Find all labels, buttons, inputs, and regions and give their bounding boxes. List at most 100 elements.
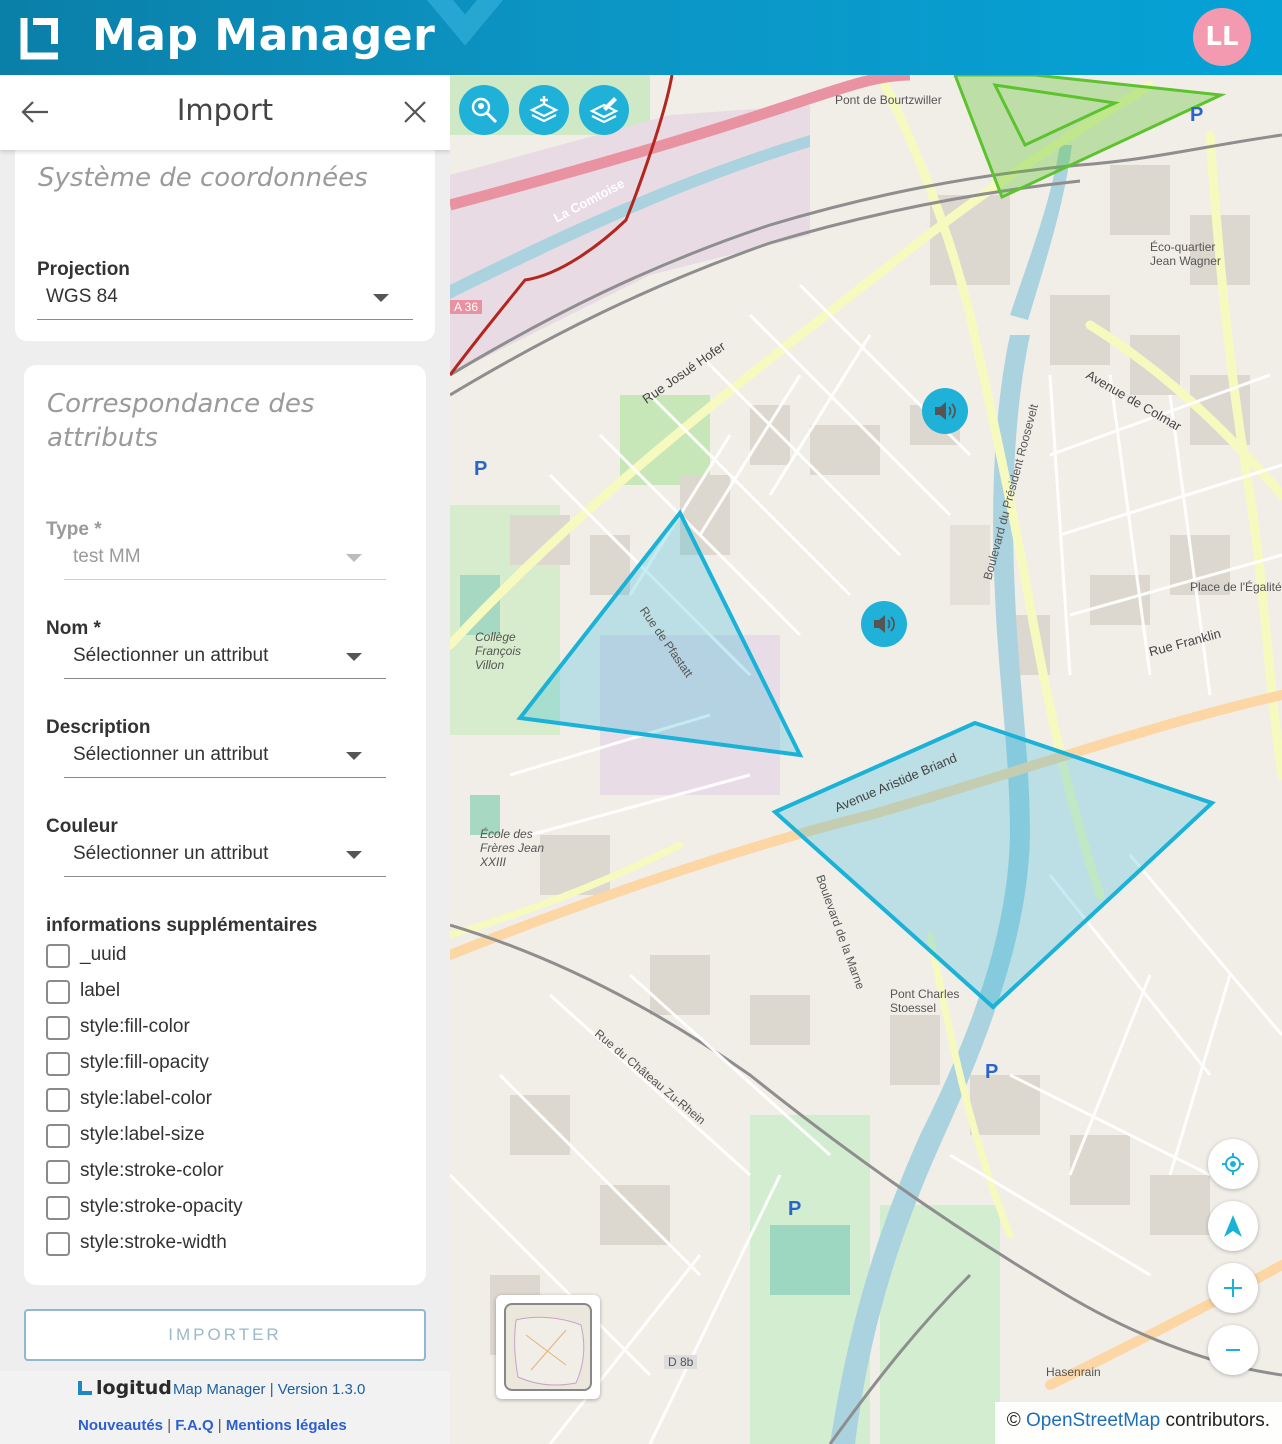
- close-icon[interactable]: [400, 97, 430, 127]
- color-value: Sélectionner un attribut: [73, 843, 269, 864]
- logitud-logo-icon: [20, 18, 58, 60]
- minimap-tiles: [504, 1303, 592, 1391]
- description-label: Description: [46, 717, 151, 738]
- locate-icon: [1222, 1153, 1244, 1175]
- chevron-down-icon: [346, 851, 362, 859]
- map-label: A 36: [450, 300, 483, 314]
- user-avatar[interactable]: LL: [1193, 8, 1251, 66]
- projection-label: Projection: [37, 259, 130, 280]
- zoom-out-button[interactable]: [1208, 1325, 1258, 1375]
- version-info: Map Manager | Version 1.3.0: [173, 1381, 366, 1398]
- footer-links: Nouveautés | F.A.Q | Mentions légales: [78, 1417, 347, 1434]
- checkbox[interactable]: [46, 1016, 70, 1040]
- checkbox-label: style:label-size: [80, 1124, 205, 1145]
- north-arrow-button[interactable]: [1208, 1201, 1258, 1251]
- coordinate-system-title: Système de coordonnées: [38, 163, 368, 193]
- checkbox-label: style:fill-opacity: [80, 1052, 209, 1073]
- svg-text:P: P: [1190, 104, 1203, 126]
- logitud-logo-icon: [78, 1381, 92, 1395]
- checkbox-label: _uuid: [80, 944, 127, 965]
- zoom-in-button[interactable]: [1208, 1263, 1258, 1313]
- color-select[interactable]: Sélectionner un attribut: [64, 837, 386, 877]
- checkbox[interactable]: [46, 1124, 70, 1148]
- legal-link[interactable]: Mentions légales: [226, 1417, 347, 1434]
- checkbox[interactable]: [46, 1088, 70, 1112]
- checkbox[interactable]: [46, 1160, 70, 1184]
- checkbox-label: style:fill-color: [80, 1016, 190, 1037]
- footer: logitud Map Manager | Version 1.3.0 Nouv…: [0, 1371, 450, 1444]
- map-label: D 8b: [664, 1355, 698, 1369]
- speaker-icon: [935, 402, 956, 420]
- edit-layer-icon: [589, 97, 619, 124]
- name-select[interactable]: Sélectionner un attribut: [64, 639, 386, 679]
- chevron-down-icon: [346, 752, 362, 760]
- map-label: Pont de Bourtzwiller: [835, 93, 942, 107]
- app-header: Map Manager LL: [0, 0, 1282, 75]
- checkbox[interactable]: [46, 980, 70, 1004]
- coordinate-system-card: Système de coordonnées Projection WGS 84: [15, 135, 435, 341]
- map-label: Place de l'Égalité: [1190, 580, 1282, 594]
- sound-marker[interactable]: [861, 601, 907, 647]
- map-view[interactable]: PPPP La Comtoise Pont de Bourtzwiller Ru…: [450, 75, 1282, 1444]
- map-label: Hasenrain: [1046, 1365, 1101, 1379]
- attribute-mapping-title: Correspondance des attributs: [47, 387, 314, 455]
- faq-link[interactable]: F.A.Q: [175, 1417, 213, 1434]
- checkbox[interactable]: [46, 944, 70, 968]
- map-label: Collège François Villon: [475, 630, 522, 672]
- north-arrow-icon: [1224, 1215, 1242, 1237]
- type-value: test MM: [73, 546, 141, 567]
- checkbox-label: style:stroke-width: [80, 1232, 227, 1253]
- description-value: Sélectionner un attribut: [73, 744, 269, 765]
- attribute-mapping-title-line1: Correspondance des: [47, 389, 315, 419]
- edit-layer-button[interactable]: [579, 85, 629, 135]
- projection-select[interactable]: WGS 84: [37, 280, 413, 320]
- projection-value: WGS 84: [46, 286, 118, 307]
- separator: |: [167, 1417, 172, 1434]
- svg-text:P: P: [985, 1061, 998, 1083]
- map-tiles: P P P P: [450, 75, 1282, 1444]
- map-attribution: © OpenStreetMap contributors.: [994, 1402, 1282, 1444]
- speaker-icon: [874, 615, 895, 633]
- map-label: École des Frères Jean XXIII: [480, 827, 545, 869]
- zoom-in-icon: [1224, 1279, 1242, 1297]
- chevron-down-icon: [373, 294, 389, 302]
- map-label: Pont Charles Stoessel: [890, 987, 960, 1015]
- svg-text:P: P: [788, 1198, 801, 1220]
- checkbox-label: style:stroke-color: [80, 1160, 224, 1181]
- logitud-brand: logitud: [78, 1377, 172, 1399]
- copyright-symbol: ©: [1006, 1410, 1021, 1431]
- type-label: Type *: [46, 519, 102, 540]
- checkbox-label: label: [80, 980, 121, 1001]
- separator: |: [217, 1417, 222, 1434]
- locate-button[interactable]: [1208, 1139, 1258, 1189]
- brand-name: logitud: [96, 1377, 172, 1399]
- add-layer-button[interactable]: [519, 85, 569, 135]
- news-link[interactable]: Nouveautés: [78, 1417, 163, 1434]
- search-location-button[interactable]: [459, 85, 509, 135]
- panel-title: Import: [176, 93, 274, 127]
- svg-text:P: P: [474, 458, 487, 480]
- checkbox[interactable]: [46, 1232, 70, 1256]
- name-label: Nom *: [46, 618, 101, 639]
- header-decoration-icon: [426, 0, 504, 46]
- checkbox-label: style:label-color: [80, 1088, 212, 1109]
- description-select[interactable]: Sélectionner un attribut: [64, 738, 386, 778]
- app-title: Map Manager: [92, 10, 436, 61]
- chevron-down-icon: [346, 653, 362, 661]
- name-value: Sélectionner un attribut: [73, 645, 269, 666]
- attribute-mapping-card: Correspondance des attributs Type * test…: [24, 365, 426, 1285]
- map-label: Éco-quartier Jean Wagner: [1150, 240, 1221, 268]
- sound-marker[interactable]: [922, 388, 968, 434]
- checkbox[interactable]: [46, 1196, 70, 1220]
- checkbox-label: style:stroke-opacity: [80, 1196, 243, 1217]
- type-select: test MM: [64, 540, 386, 580]
- panel-topbar: Import: [0, 75, 450, 150]
- attribute-mapping-title-line2: attributs: [47, 423, 158, 453]
- search-location-icon: [471, 97, 498, 124]
- overview-minimap[interactable]: [496, 1295, 600, 1399]
- checkbox[interactable]: [46, 1052, 70, 1076]
- color-label: Couleur: [46, 816, 118, 837]
- openstreetmap-link[interactable]: OpenStreetMap: [1026, 1410, 1160, 1431]
- chevron-down-icon: [346, 554, 362, 562]
- import-button[interactable]: IMPORTER: [24, 1309, 426, 1361]
